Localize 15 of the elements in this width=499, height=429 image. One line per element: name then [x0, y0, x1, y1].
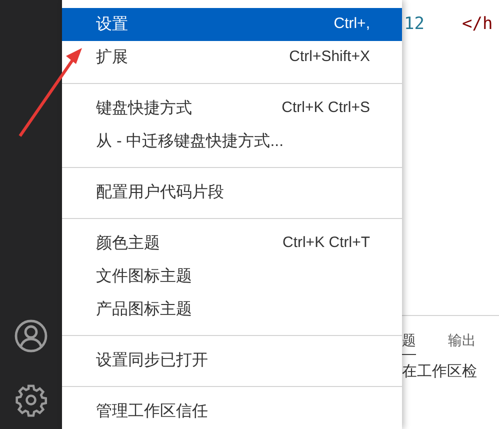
menu-item[interactable]: 管理工作区信任 [62, 395, 402, 428]
menu-item[interactable]: 设置同步已打开 [62, 344, 402, 377]
line-number: 12 [403, 12, 426, 36]
menu-item[interactable]: 扩展 Ctrl+Shift+X [62, 41, 402, 74]
menu-item[interactable]: 颜色主题 Ctrl+K Ctrl+T [62, 227, 402, 260]
panel-tab[interactable]: 题 [402, 330, 416, 355]
menu-item[interactable]: 配置用户代码片段 [62, 176, 402, 209]
menu-item[interactable]: 键盘快捷方式 Ctrl+K Ctrl+S [62, 92, 402, 125]
menu-item[interactable]: 文件图标主题 [62, 260, 402, 293]
panel-message: 在工作区检 [402, 362, 478, 382]
menu-item[interactable]: 产品图标主题 [62, 293, 402, 326]
menu-item[interactable]: 从 - 中迁移键盘快捷方式... [62, 125, 402, 158]
code-text: </h [462, 12, 493, 36]
menu-item[interactable]: 设置 Ctrl+, [62, 8, 402, 41]
panel-tab[interactable]: 输出 [448, 330, 476, 355]
